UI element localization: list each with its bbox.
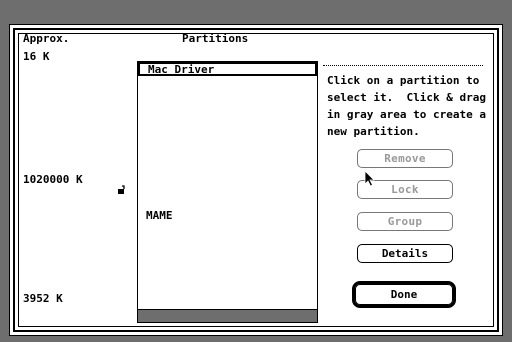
partition-map-list[interactable]: Mac Driver MAME xyxy=(137,61,318,323)
arrow-cursor-icon xyxy=(364,170,375,187)
lock-icon xyxy=(118,185,125,194)
free-space-size: 3952 K xyxy=(23,292,63,305)
partitions-column-header: Partitions xyxy=(182,32,249,45)
size-column-header: Approx. xyxy=(23,32,70,45)
partition-size-1: 16 K xyxy=(23,50,50,63)
instructions-divider xyxy=(323,65,483,66)
instructions-text: Click on a partition to select it. Click… xyxy=(327,74,486,138)
partition-size-2: 1020000 K xyxy=(23,173,83,186)
details-button[interactable]: Details xyxy=(357,244,453,263)
dialog-frame: Approx. Partitions 16 K 1020000 K 3952 K… xyxy=(13,28,499,332)
partition-row-mac-driver[interactable]: Mac Driver xyxy=(138,62,317,76)
partition-name: Mac Driver xyxy=(148,63,215,76)
partition-row-mame[interactable]: MAME xyxy=(146,210,173,222)
group-button[interactable]: Group xyxy=(357,212,453,231)
done-button[interactable]: Done xyxy=(355,284,453,305)
remove-button[interactable]: Remove xyxy=(357,149,453,168)
partition-dialog: Approx. Partitions 16 K 1020000 K 3952 K… xyxy=(9,24,503,336)
free-space-gray-area[interactable] xyxy=(138,309,317,322)
